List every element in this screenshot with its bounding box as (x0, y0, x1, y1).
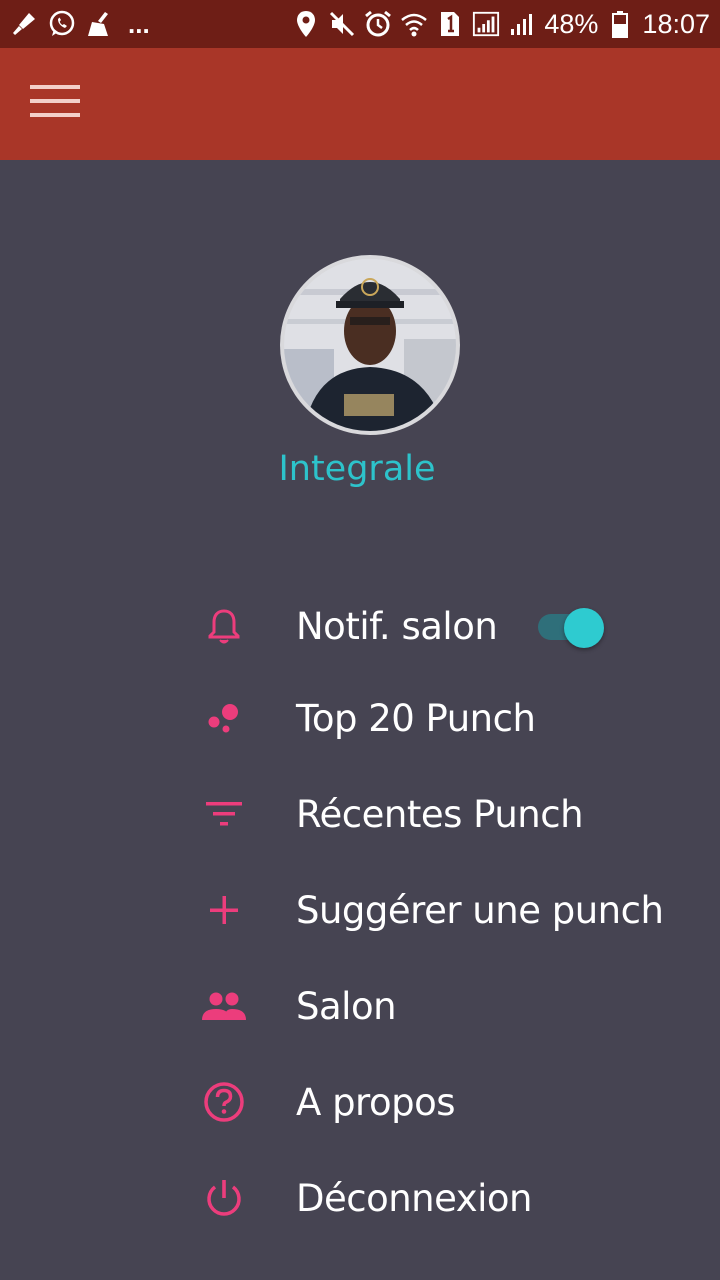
toggle-knob (564, 608, 604, 648)
menu-item-label: Suggérer une punch (296, 888, 664, 932)
help-circle-icon (196, 1074, 252, 1130)
menu-item-top-20-punch[interactable]: Top 20 Punch (196, 670, 696, 766)
whatsapp-icon (48, 10, 76, 38)
battery-percent: 48% (544, 8, 599, 39)
avatar[interactable] (280, 255, 460, 435)
mic-icon (10, 10, 38, 38)
menu-item-recentes-punch[interactable]: Récentes Punch (196, 766, 696, 862)
power-icon (196, 1170, 252, 1226)
bell-icon (196, 598, 252, 654)
signal-icon (508, 10, 536, 38)
menu-item-label: Déconnexion (296, 1176, 533, 1220)
menu-item-salon[interactable]: Salon (196, 958, 696, 1054)
plus-icon (196, 882, 252, 938)
menu-item-deconnexion[interactable]: Déconnexion (196, 1150, 696, 1246)
hamburger-menu-icon (30, 83, 80, 123)
notif-salon-toggle[interactable] (538, 608, 604, 648)
bubbles-icon (196, 690, 252, 746)
menu-item-notif-salon[interactable]: Notif. salon (196, 578, 696, 674)
location-icon (292, 10, 320, 38)
people-icon (196, 978, 252, 1034)
clock: 18:07 (642, 8, 710, 39)
cleaner-icon (86, 10, 114, 38)
signal-icon (472, 10, 500, 38)
wifi-icon (400, 10, 428, 38)
menu-item-label: Salon (296, 984, 397, 1028)
status-overflow: ... (128, 8, 150, 39)
avatar-photo (284, 259, 456, 431)
menu-item-label: Notif. salon (296, 604, 498, 648)
menu-item-label: A propos (296, 1080, 456, 1124)
mute-icon (328, 10, 356, 38)
alarm-icon (364, 10, 392, 38)
menu-button[interactable] (24, 78, 86, 128)
menu-item-label: Récentes Punch (296, 792, 584, 836)
menu-item-a-propos[interactable]: A propos (196, 1054, 696, 1150)
username: Integrale (278, 449, 436, 489)
app-bar (0, 48, 720, 160)
menu-item-suggerer-une-punch[interactable]: Suggérer une punch (196, 862, 696, 958)
menu-item-label: Top 20 Punch (296, 696, 536, 740)
status-bar: ... 48% 18:07 (0, 0, 720, 48)
sim1-icon (436, 10, 464, 38)
filter-icon (196, 786, 252, 842)
battery-icon (606, 10, 634, 38)
